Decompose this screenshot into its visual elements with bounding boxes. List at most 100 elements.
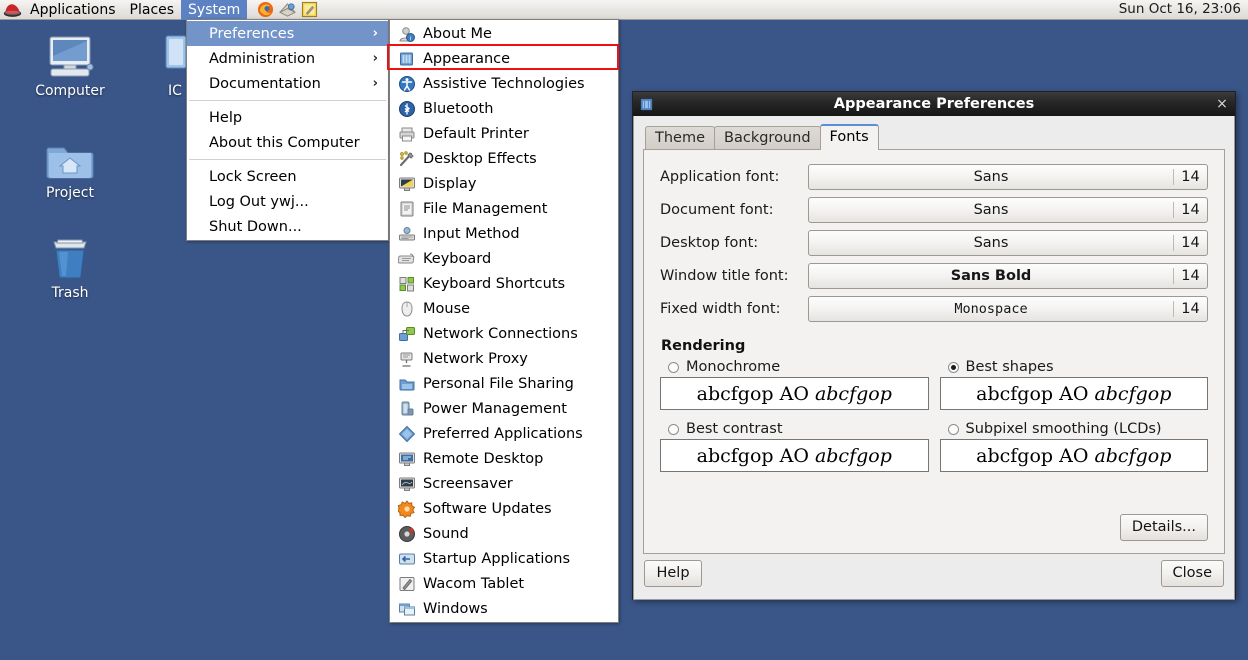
radio-subpixel-smoothing[interactable]: Subpixel smoothing (LCDs) [940,421,1209,437]
preferences-menu-item-assistive-technologies[interactable]: Assistive Technologies [390,71,618,96]
preferences-menu-item-keyboard[interactable]: Keyboard [390,246,618,271]
radio-best-contrast[interactable]: Best contrast [660,421,929,437]
system-menu-item-shut-down[interactable]: Shut Down... [187,214,388,239]
radio-icon [668,423,679,435]
preferences-menu-item-input-method[interactable]: Input Method [390,221,618,246]
radio-monochrome[interactable]: Monochrome [660,359,929,375]
sample-best-contrast: abcfgop AO abcfgop [660,439,929,472]
menu-item-label: Bluetooth [423,100,494,117]
preferences-menu-item-preferred-applications[interactable]: Preferred Applications [390,421,618,446]
panel-menu-system[interactable]: System [181,0,248,20]
font-row-fixed-width: Fixed width font: Monospace 14 [660,296,1208,322]
preferences-menu-item-remote-desktop[interactable]: Remote Desktop [390,446,618,471]
preferences-menu-item-personal-file-sharing[interactable]: Personal File Sharing [390,371,618,396]
preferences-menu-item-network-proxy[interactable]: Network Proxy [390,346,618,371]
menu-item-label: Screensaver [423,475,513,492]
svg-text:i: i [410,36,411,42]
bluetooth-icon [399,100,415,117]
power-management-icon [401,401,414,415]
trash-icon [22,232,118,282]
preferences-menu-item-appearance[interactable]: Appearance [390,46,618,71]
computer-icon [22,30,118,80]
system-menu-item-preferences[interactable]: Preferences › [187,21,388,46]
windows-icon [399,603,415,615]
keyboard-shortcuts-icon [399,276,414,291]
preferences-menu-item-wacom-tablet[interactable]: Wacom Tablet [390,571,618,596]
system-menu-item-log-out[interactable]: Log Out ywj... [187,189,388,214]
preferences-menu-item-network-connections[interactable]: Network Connections [390,321,618,346]
menu-item-label: Keyboard Shortcuts [423,275,566,292]
panel-clock[interactable]: Sun Oct 16, 23:06 [1119,0,1241,20]
preferences-menu-item-display[interactable]: Display [390,171,618,196]
window-title-font-button[interactable]: Sans Bold 14 [808,263,1208,289]
preferences-menu-item-bluetooth[interactable]: Bluetooth [390,96,618,121]
preferences-menu-item-keyboard-shortcuts[interactable]: Keyboard Shortcuts [390,271,618,296]
sample-text: abcfgop AO [976,382,1095,405]
evolution-mail-icon[interactable] [279,1,297,18]
network-connections-icon [399,326,415,341]
font-size: 14 [1173,235,1207,251]
menu-item-label: Keyboard [423,250,492,267]
chevron-right-icon: › [372,51,378,66]
system-menu-item-documentation[interactable]: Documentation › [187,71,388,96]
tab-background[interactable]: Background [714,126,821,150]
preferences-menu-item-software-updates[interactable]: Software Updates [390,496,618,521]
tab-fonts[interactable]: Fonts [819,124,879,150]
home-folder-icon [22,132,118,182]
desktop-font-button[interactable]: Sans 14 [808,230,1208,256]
system-menu-item-help[interactable]: Help [187,105,388,130]
firefox-icon[interactable] [257,1,274,18]
help-button[interactable]: Help [644,559,702,587]
menu-item-label: About this Computer [209,134,360,151]
preferences-menu-item-default-printer[interactable]: Default Printer [390,121,618,146]
document-font-button[interactable]: Sans 14 [808,197,1208,223]
input-method-icon [399,226,415,240]
system-menu-item-administration[interactable]: Administration › [187,46,388,71]
dialog-body: Theme Background Fonts Application font:… [633,116,1235,600]
preferences-menu-item-file-management[interactable]: File Management [390,196,618,221]
desktop-icon-computer[interactable]: Computer [22,30,118,99]
sample-subpixel-smoothing: abcfgop AO abcfgop [939,439,1208,472]
system-menu-item-lock-screen[interactable]: Lock Screen [187,164,388,189]
software-updates-icon [398,499,416,518]
menu-item-label: Appearance [423,50,511,67]
close-icon[interactable]: × [1215,96,1229,112]
font-name: Sans Bold [950,268,1032,284]
distro-logo-icon[interactable] [3,2,22,18]
preferences-menu-item-windows[interactable]: Windows [390,596,618,621]
details-button[interactable]: Details... [1119,514,1208,541]
appearance-window-icon [640,98,653,110]
preferences-menu-item-startup-applications[interactable]: Startup Applications [390,546,618,571]
tab-theme[interactable]: Theme [645,126,716,150]
font-row-label: Document font: [660,202,774,218]
font-name: Sans [973,235,1009,251]
preferred-applications-icon [398,425,416,442]
menu-item-label: Mouse [423,300,471,317]
menu-item-label: Desktop Effects [423,150,537,167]
fixed-width-font-button[interactable]: Monospace 14 [808,296,1208,322]
window-titlebar[interactable]: Appearance Preferences × [633,92,1235,116]
close-button[interactable]: Close [1160,559,1224,587]
preferences-submenu: i About Me Appearance Assistive Technologie… [389,19,619,623]
desktop-icon-trash[interactable]: Trash [22,232,118,301]
text-editor-icon[interactable] [301,1,318,18]
application-font-button[interactable]: Sans 14 [808,164,1208,190]
preferences-menu-item-sound[interactable]: Sound [390,521,618,546]
font-row-desktop: Desktop font: Sans 14 [660,230,1208,256]
preferences-menu-item-desktop-effects[interactable]: Desktop Effects [390,146,618,171]
font-row-label: Application font: [660,169,780,185]
preferences-menu-item-power-management[interactable]: Power Management [390,396,618,421]
desktop-icon-project[interactable]: Project [22,132,118,201]
wacom-tablet-icon [399,576,415,591]
preferences-menu-item-about-me[interactable]: i About Me [390,21,618,46]
menu-item-label: Remote Desktop [423,450,544,467]
panel-menu-places[interactable]: Places [123,0,182,20]
font-row-label: Desktop font: [660,235,759,251]
panel-menu-applications[interactable]: Applications [23,0,123,20]
system-menu-item-about-this-computer[interactable]: About this Computer [187,130,388,155]
preferences-menu-item-screensaver[interactable]: Screensaver [390,471,618,496]
screensaver-icon [399,477,415,491]
radio-best-shapes[interactable]: Best shapes [940,359,1209,375]
preferences-menu-item-mouse[interactable]: Mouse [390,296,618,321]
menu-item-label: Personal File Sharing [423,375,574,392]
